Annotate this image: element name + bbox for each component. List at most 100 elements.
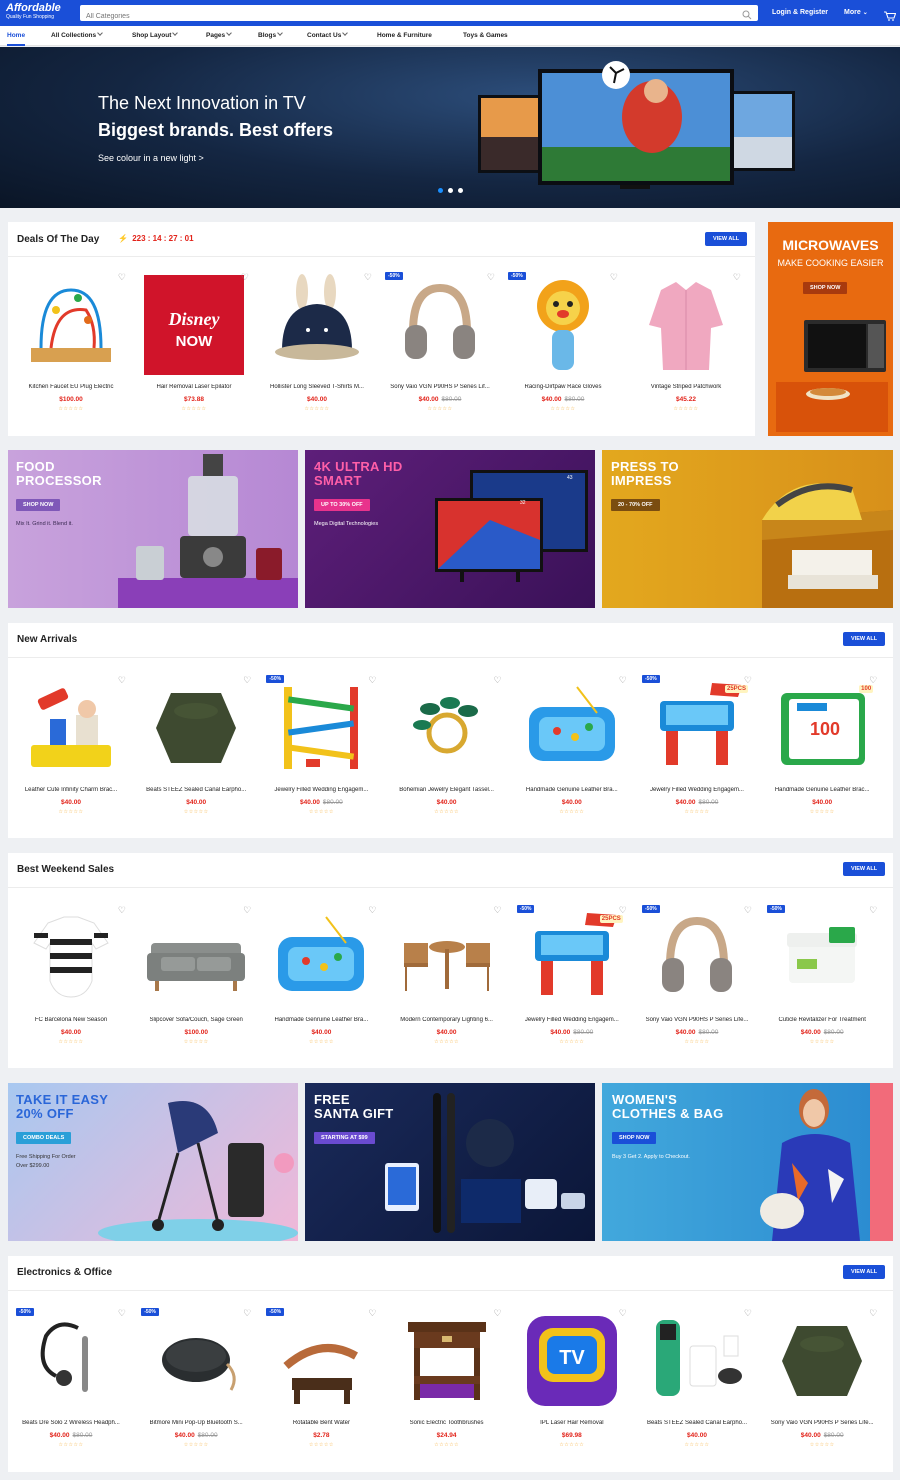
product-image[interactable] [642, 1306, 752, 1416]
wishlist-heart-icon[interactable]: ♡ [487, 272, 495, 283]
wishlist-heart-icon[interactable]: ♡ [619, 1308, 627, 1319]
product-name[interactable]: Handmade Genuine Leather Bra... [513, 787, 631, 793]
wishlist-heart-icon[interactable]: ♡ [494, 905, 502, 916]
wishlist-heart-icon[interactable]: ♡ [118, 272, 126, 283]
product-card[interactable]: -50% ♡ Beats Dre Solo 2 Wireless Headph...… [12, 1296, 130, 1466]
combo-deals-button[interactable]: COMBO DEALS [16, 1132, 72, 1144]
up-to-30-off-button[interactable]: UP TO 30% OFF [314, 499, 370, 511]
product-card[interactable]: -50% ♡ Cuticle Revitalizer For Treatment $4… [763, 893, 881, 1063]
product-name[interactable]: FC Barcelona New Season [12, 1017, 130, 1023]
product-name[interactable]: Bohemian Jewelry Elegant Tassel... [388, 787, 506, 793]
wishlist-heart-icon[interactable]: ♡ [619, 675, 627, 686]
product-card[interactable]: ♡ Leather Cute Infinity Charm Brac... $40.… [12, 663, 130, 833]
wishlist-heart-icon[interactable]: ♡ [118, 1308, 126, 1319]
wishlist-heart-icon[interactable]: ♡ [243, 675, 251, 686]
product-card[interactable]: TV ♡ IPL Laser Hair Removal $69.98 ☆☆☆☆☆ [513, 1296, 631, 1466]
product-card[interactable]: ♡ Beats STEEZ Sealed Canal Earpho... $40.0… [137, 663, 255, 833]
weekend-view-all-button[interactable]: VIEW ALL [843, 862, 886, 876]
wishlist-heart-icon[interactable]: ♡ [619, 905, 627, 916]
product-card[interactable]: ♡ Handmade Genuine Leather Bra... $40.00 ☆☆… [513, 663, 631, 833]
wishlist-heart-icon[interactable]: ♡ [869, 905, 877, 916]
slider-dot-1[interactable] [438, 188, 443, 193]
product-name[interactable]: Cuticle Revitalizer For Treatment [763, 1017, 881, 1023]
product-name[interactable]: Beats STEEZ Sealed Canal Earpho... [137, 787, 255, 793]
product-name[interactable]: Jewelry Filled Wedding Engagem... [513, 1017, 631, 1023]
discount-button[interactable]: 20 - 70% OFF [611, 499, 660, 511]
product-image[interactable] [631, 270, 741, 380]
product-image[interactable] [392, 903, 502, 1013]
wishlist-heart-icon[interactable]: ♡ [243, 905, 251, 916]
nav-toys-games[interactable]: Toys & Games [463, 32, 508, 39]
product-card[interactable]: ♡ Beats STEEZ Sealed Canal Earpho... $40.0… [638, 1296, 756, 1466]
product-card[interactable]: -50% ♡ Rotatable Bent Water $2.78 ☆☆☆☆☆ [262, 1296, 380, 1466]
logo[interactable]: Affordable Quality Fun Shopping [6, 3, 61, 20]
product-image[interactable] [517, 673, 627, 783]
starting-at-button[interactable]: STARTING AT $99 [314, 1132, 375, 1144]
product-name[interactable]: Rotatable Bent Water [262, 1420, 380, 1426]
product-image[interactable] [767, 1306, 877, 1416]
product-image[interactable] [266, 903, 376, 1013]
product-image[interactable]: TV [517, 1306, 627, 1416]
product-name[interactable]: Hollister Long Sleeved T-Shirts M... [258, 384, 376, 390]
product-card[interactable]: ♡ Vintage Striped Patchwork $45.22 ☆☆☆☆☆ [627, 260, 745, 430]
wishlist-heart-icon[interactable]: ♡ [368, 1308, 376, 1319]
product-image[interactable] [767, 903, 877, 1013]
new-arrivals-view-all-button[interactable]: VIEW ALL [843, 632, 886, 646]
shop-now-button[interactable]: SHOP NOW [16, 499, 61, 511]
wishlist-heart-icon[interactable]: ♡ [494, 675, 502, 686]
product-image[interactable] [141, 673, 251, 783]
product-image[interactable] [642, 903, 752, 1013]
product-card[interactable]: ♡ Handmade Genruine Leather Bra... $40.00 ☆… [262, 893, 380, 1063]
product-image[interactable] [392, 673, 502, 783]
product-name[interactable]: Sony Vaio VGN P90HS P Series Life... [763, 1420, 881, 1426]
product-image[interactable] [141, 903, 251, 1013]
iron-banner[interactable]: PRESS TO IMPRESS 20 - 70% OFF [602, 450, 893, 608]
product-card[interactable]: ♡ Slipcover Sofa/Couch, Sage Green $100.00… [137, 893, 255, 1063]
nav-blogs[interactable]: Blogs [258, 30, 283, 39]
product-name[interactable]: Beats Dre Solo 2 Wireless Headph... [12, 1420, 130, 1426]
product-name[interactable]: IPL Laser Hair Removal [513, 1420, 631, 1426]
wishlist-heart-icon[interactable]: ♡ [744, 905, 752, 916]
hero-link[interactable]: See colour in a new light > [98, 153, 204, 163]
product-card[interactable]: Disney NOW ♡ Hair Removal Laser Epilator $73… [135, 260, 253, 430]
product-card[interactable]: -50% 25PCS ♡ Jewelry Filled Wedding Engagem… [638, 663, 756, 833]
product-image[interactable] [508, 270, 618, 380]
wishlist-heart-icon[interactable]: ♡ [243, 1308, 251, 1319]
product-name[interactable]: Kitchen Faucet EU Plug Electric [12, 384, 130, 390]
product-name[interactable]: Beats STEEZ Sealed Canal Earpho... [638, 1420, 756, 1426]
product-name[interactable]: Handmade Genuine Leather Brac... [763, 787, 881, 793]
wishlist-heart-icon[interactable]: ♡ [744, 1308, 752, 1319]
product-image[interactable] [16, 1306, 126, 1416]
wishlist-heart-icon[interactable]: ♡ [368, 905, 376, 916]
nav-all-collections[interactable]: All Collections [51, 30, 103, 39]
product-card[interactable]: ♡ Sonic Electric Toothbrushes $24.94 ☆☆☆☆☆ [388, 1296, 506, 1466]
product-image[interactable]: Disney NOW [139, 270, 249, 380]
wishlist-heart-icon[interactable]: ♡ [869, 1308, 877, 1319]
product-card[interactable]: -50% ♡ Jewelry Filled Wedding Engagem... $4… [262, 663, 380, 833]
wishlist-heart-icon[interactable]: ♡ [364, 272, 372, 283]
product-card[interactable]: -50% ♡ Sony Vaio VGN P90HS P Series Lif...… [381, 260, 499, 430]
login-register-link[interactable]: Login & Register [772, 9, 828, 16]
product-image[interactable] [392, 1306, 502, 1416]
product-image[interactable] [262, 270, 372, 380]
product-card[interactable]: ♡ Bohemian Jewelry Elegant Tassel... $40.0… [388, 663, 506, 833]
wishlist-heart-icon[interactable]: ♡ [241, 272, 249, 283]
product-card[interactable]: ♡ Kitchen Faucet EU Plug Electric $100.00 ☆… [12, 260, 130, 430]
wishlist-heart-icon[interactable]: ♡ [869, 675, 877, 686]
product-card[interactable]: -50% ♡ Racing-Dirtpaw Race Gloves $40.00 $80… [504, 260, 622, 430]
womens-clothes-banner[interactable]: WOMEN'S CLOTHES & BAG SHOP NOW Buy 3 Get … [602, 1083, 893, 1241]
product-card[interactable]: -50% 25PCS ♡ Jewelry Filled Wedding Engagem… [513, 893, 631, 1063]
microwave-banner[interactable]: MICROWAVES MAKE COOKING EASIER SHOP NOW [768, 222, 893, 436]
product-name[interactable]: Leather Cute Infinity Charm Brac... [12, 787, 130, 793]
product-name[interactable]: Jewelry Filled Wedding Engagem... [262, 787, 380, 793]
more-menu[interactable]: More ⌄ [844, 9, 868, 16]
search-icon[interactable] [742, 7, 752, 25]
product-image[interactable] [16, 673, 126, 783]
santa-gift-banner[interactable]: FREE SANTA GIFT STARTING AT $99 [305, 1083, 595, 1241]
wishlist-heart-icon[interactable]: ♡ [494, 1308, 502, 1319]
product-image[interactable] [141, 1306, 251, 1416]
product-name[interactable]: Hair Removal Laser Epilator [135, 384, 253, 390]
product-name[interactable]: Sony Vaio VGN P90HS P Series Lif... [381, 384, 499, 390]
product-name[interactable]: Handmade Genruine Leather Bra... [262, 1017, 380, 1023]
deals-view-all-button[interactable]: VIEW ALL [705, 232, 748, 246]
